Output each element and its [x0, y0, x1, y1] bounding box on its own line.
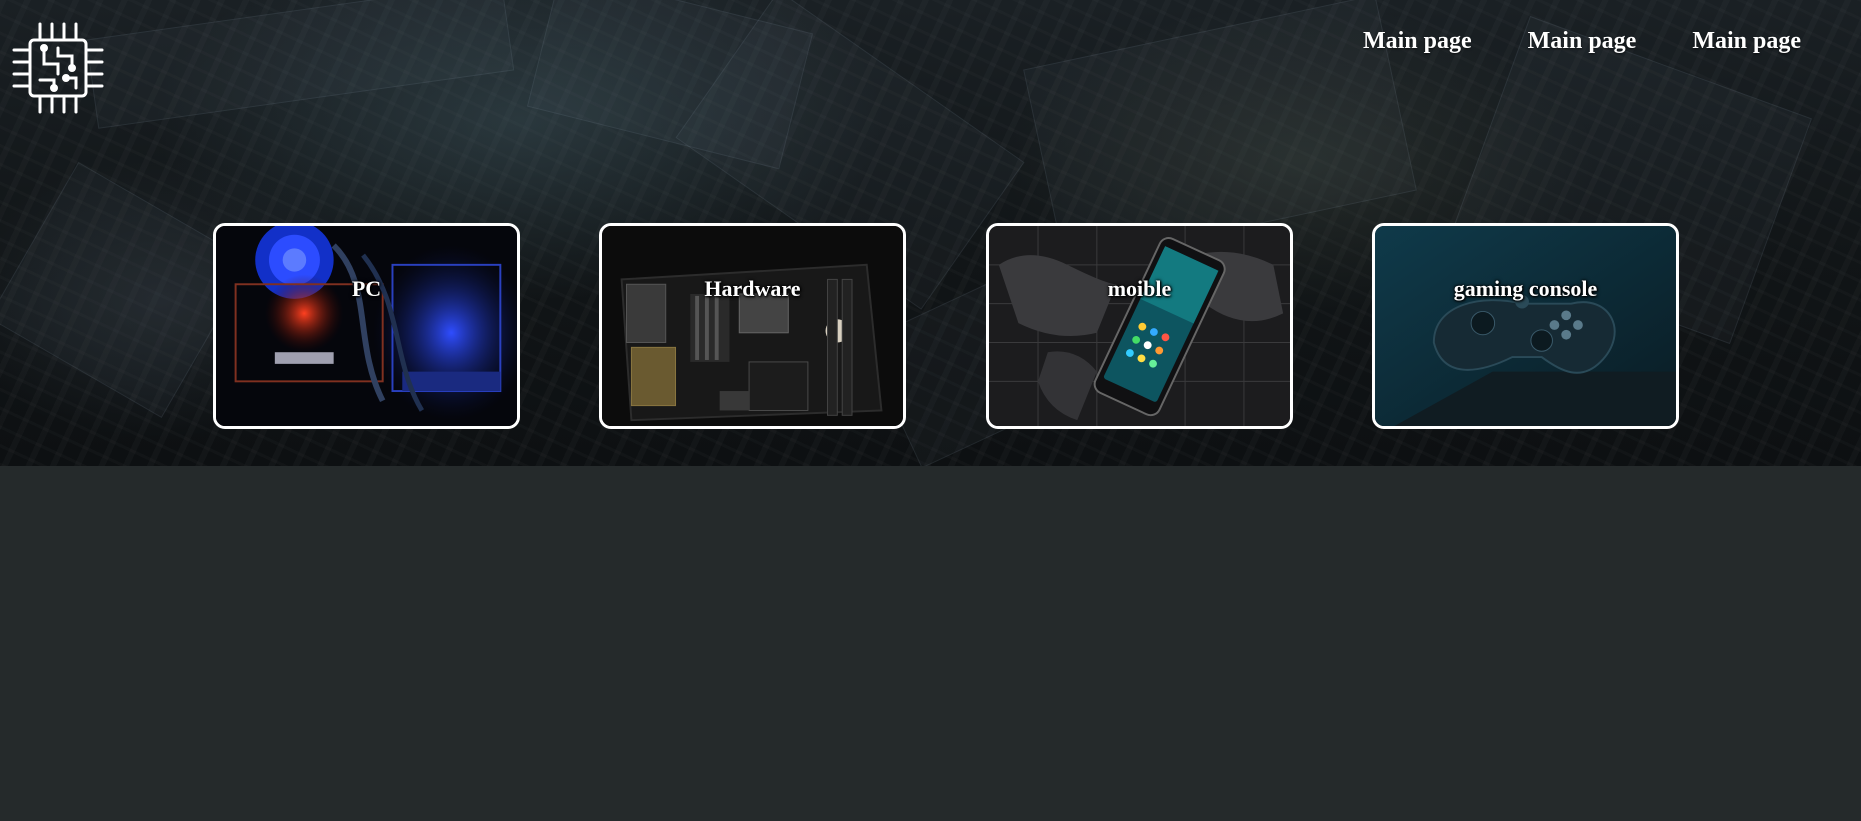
card-label: Hardware	[704, 276, 801, 301]
nav-link-main-page-2[interactable]: Main page	[1528, 28, 1637, 55]
nav-link-main-page-3[interactable]: Main page	[1692, 28, 1801, 55]
category-cards: PC Hardware moible gaming console	[213, 223, 1679, 429]
motherboard-image	[602, 226, 903, 426]
card-label: gaming console	[1453, 276, 1598, 301]
category-card-hardware[interactable]: Hardware	[599, 223, 906, 429]
smartphone-image	[989, 226, 1290, 426]
hero-banner: Main page Main page Main page PC Hardwar…	[0, 0, 1861, 466]
logo-chip-icon[interactable]	[10, 20, 106, 116]
category-card-pc[interactable]: PC	[213, 223, 520, 429]
pc-interior-image	[216, 226, 517, 426]
page-body	[0, 466, 1861, 821]
game-controller-image	[1375, 226, 1676, 426]
nav-link-main-page-1[interactable]: Main page	[1363, 28, 1472, 55]
main-nav: Main page Main page Main page	[1363, 28, 1801, 55]
category-card-mobile[interactable]: moible	[986, 223, 1293, 429]
card-label: PC	[351, 276, 382, 301]
category-card-gaming-console[interactable]: gaming console	[1372, 223, 1679, 429]
card-label: moible	[1107, 276, 1172, 301]
